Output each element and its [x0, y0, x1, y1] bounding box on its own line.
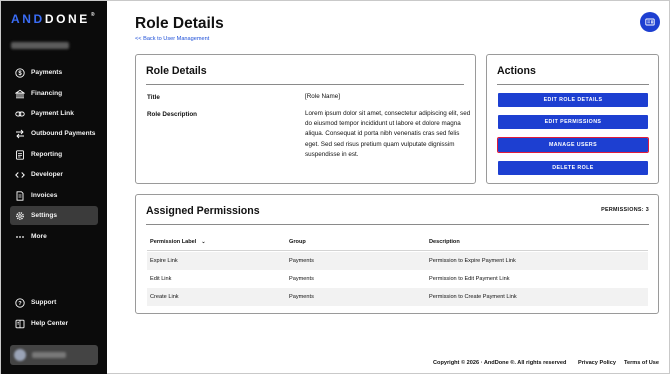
sidebar-item-label: Invoices [31, 192, 58, 199]
column-header-group: Group [289, 239, 306, 245]
back-to-user-management-link[interactable]: << Back to User Management [135, 36, 209, 42]
sidebar-item-help-center[interactable]: Help Center [10, 314, 98, 333]
sidebar-item-support[interactable]: ? Support [10, 293, 98, 312]
cell-description: Permission to Expire Payment Link [429, 258, 516, 264]
role-details-card-title: Role Details [146, 65, 207, 77]
title-label: Title [147, 94, 160, 101]
sidebar-item-label: Payment Link [31, 110, 74, 117]
cell-description: Permission to Edit Payment Link [429, 276, 510, 282]
actions-card-title: Actions [497, 65, 536, 77]
copyright-text: Copyright © 2026 · AndDone ®. All rights… [433, 360, 567, 366]
privacy-policy-link[interactable]: Privacy Policy [578, 360, 616, 366]
cell-group: Payments [289, 276, 314, 282]
divider [146, 224, 649, 225]
sidebar-item-payments[interactable]: $ Payments [10, 63, 98, 82]
link-icon [15, 109, 25, 119]
user-name-blurred [32, 352, 66, 358]
sidebar-item-more[interactable]: More [10, 227, 98, 246]
sidebar-item-label: Settings [31, 212, 58, 219]
sidebar-item-financing[interactable]: Financing [10, 84, 98, 103]
cell-permission-label: Expire Link [150, 258, 178, 264]
bank-icon [15, 89, 25, 99]
user-menu-blurred[interactable] [10, 345, 98, 365]
delete-role-button[interactable]: DELETE ROLE [498, 161, 648, 175]
book-icon [15, 319, 25, 329]
sidebar-item-reporting[interactable]: Reporting [10, 145, 98, 164]
more-dots-icon [15, 232, 25, 242]
assigned-permissions-title: Assigned Permissions [146, 205, 260, 217]
account-name-blurred[interactable] [11, 42, 69, 49]
cell-permission-label: Edit Link [150, 276, 172, 282]
sidebar-item-payment-link[interactable]: Payment Link [10, 104, 98, 123]
avatar [14, 349, 26, 361]
column-header-description: Description [429, 239, 460, 245]
id-card-icon [645, 18, 655, 26]
sidebar-item-label: Payments [31, 69, 63, 76]
question-circle-icon: ? [15, 297, 25, 308]
edit-role-details-button[interactable]: EDIT ROLE DETAILS [498, 93, 648, 107]
anddone-logo[interactable]: ANDDONE® [11, 12, 95, 26]
invoice-icon [15, 190, 25, 201]
role-description-value: Lorem ipsum dolor sit amet, consectetur … [305, 110, 471, 158]
sidebar-item-label: Help Center [31, 320, 69, 327]
gear-icon [15, 211, 25, 221]
permissions-count: PERMISSIONS: 3 [601, 207, 649, 213]
column-header-permission-label[interactable]: Permission Label ⌄ [150, 239, 206, 245]
code-icon [15, 170, 25, 180]
page-title: Role Details [135, 15, 224, 32]
sidebar-item-outbound-payments[interactable]: Outbound Payments [10, 124, 98, 143]
sidebar-item-label: Developer [31, 171, 63, 178]
cell-group: Payments [289, 294, 314, 300]
sidebar-item-invoices[interactable]: Invoices [10, 186, 98, 205]
svg-text:$: $ [18, 71, 22, 77]
role-description-label: Role Description [147, 111, 198, 118]
divider [497, 84, 649, 85]
report-icon [15, 149, 25, 160]
sidebar: ANDDONE® $ Payments Financing Payment Li… [1, 1, 107, 374]
sidebar-item-label: Support [31, 299, 57, 306]
sidebar-item-developer[interactable]: Developer [10, 165, 98, 184]
transfer-arrows-icon [15, 129, 25, 139]
cell-description: Permission to Create Payment Link [429, 294, 517, 300]
chevron-down-icon: ⌄ [201, 239, 206, 245]
table-row: Expire Link Payments Permission to Expir… [147, 252, 648, 270]
title-value: [Role Name] [305, 93, 340, 100]
edit-permissions-button[interactable]: EDIT PERMISSIONS [498, 115, 648, 129]
cell-permission-label: Create Link [150, 294, 179, 300]
app-frame: ANDDONE® $ Payments Financing Payment Li… [0, 0, 670, 374]
table-row: Create Link Payments Permission to Creat… [147, 288, 648, 306]
table-header-divider [147, 250, 648, 251]
sidebar-item-settings[interactable]: Settings [10, 206, 98, 225]
dollar-circle-icon: $ [15, 67, 25, 78]
top-right-menu-button[interactable] [640, 12, 660, 32]
sidebar-item-label: Outbound Payments [31, 130, 96, 137]
sidebar-item-label: Financing [31, 90, 63, 97]
cell-group: Payments [289, 258, 314, 264]
divider [146, 84, 464, 85]
manage-users-button[interactable]: MANAGE USERS [497, 137, 649, 153]
terms-of-use-link[interactable]: Terms of Use [624, 360, 659, 366]
table-row: Edit Link Payments Permission to Edit Pa… [147, 270, 648, 288]
sidebar-item-label: More [31, 233, 47, 240]
sidebar-item-label: Reporting [31, 151, 63, 158]
svg-text:?: ? [18, 301, 22, 307]
